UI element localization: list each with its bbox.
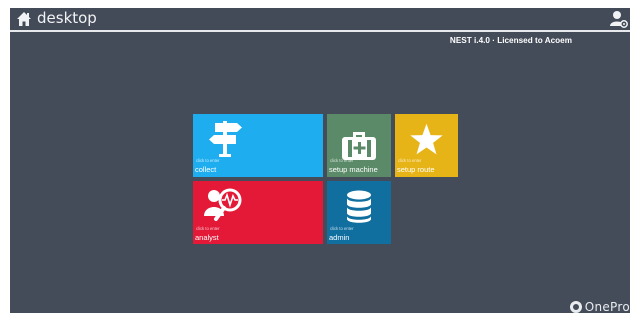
top-bar: desktop bbox=[10, 8, 630, 32]
onepro-logo-icon bbox=[569, 301, 582, 313]
top-bar-divider bbox=[10, 30, 630, 32]
brand-name: OnePro bbox=[584, 300, 630, 313]
collect-hint: click to enter bbox=[196, 158, 220, 163]
user-settings-icon[interactable] bbox=[610, 10, 628, 28]
database-icon bbox=[347, 190, 371, 223]
admin-tile[interactable]: click to enter admin bbox=[327, 181, 391, 244]
medical-kit-icon bbox=[342, 132, 376, 160]
admin-label: admin bbox=[329, 233, 350, 242]
collect-label: collect bbox=[195, 165, 217, 174]
analyst-magnifier-icon bbox=[204, 188, 242, 221]
setup-route-label: setup route bbox=[397, 165, 435, 174]
setup-machine-tile[interactable]: click to enter setup machine bbox=[327, 114, 391, 177]
license-text: NEST i.4.0 · Licensed to Acoem bbox=[449, 36, 572, 45]
analyst-label: analyst bbox=[195, 233, 219, 242]
home-icon[interactable] bbox=[16, 11, 32, 27]
setup-machine-hint: click to enter bbox=[330, 158, 354, 163]
desktop-screen: desktop NEST i.4.0 · Licensed to Acoem c… bbox=[10, 8, 630, 313]
signpost-icon bbox=[209, 121, 242, 157]
setup-route-hint: click to enter bbox=[398, 158, 422, 163]
analyst-hint: click to enter bbox=[196, 226, 220, 231]
brand-logo: OnePro bbox=[569, 300, 630, 313]
star-icon bbox=[410, 123, 443, 155]
admin-hint: click to enter bbox=[330, 226, 354, 231]
collect-tile[interactable]: click to enter collect bbox=[193, 114, 323, 177]
setup-route-tile[interactable]: click to enter setup route bbox=[395, 114, 458, 177]
setup-machine-label: setup machine bbox=[329, 165, 378, 174]
page-title: desktop bbox=[37, 9, 97, 27]
analyst-tile[interactable]: click to enter analyst bbox=[193, 181, 323, 244]
